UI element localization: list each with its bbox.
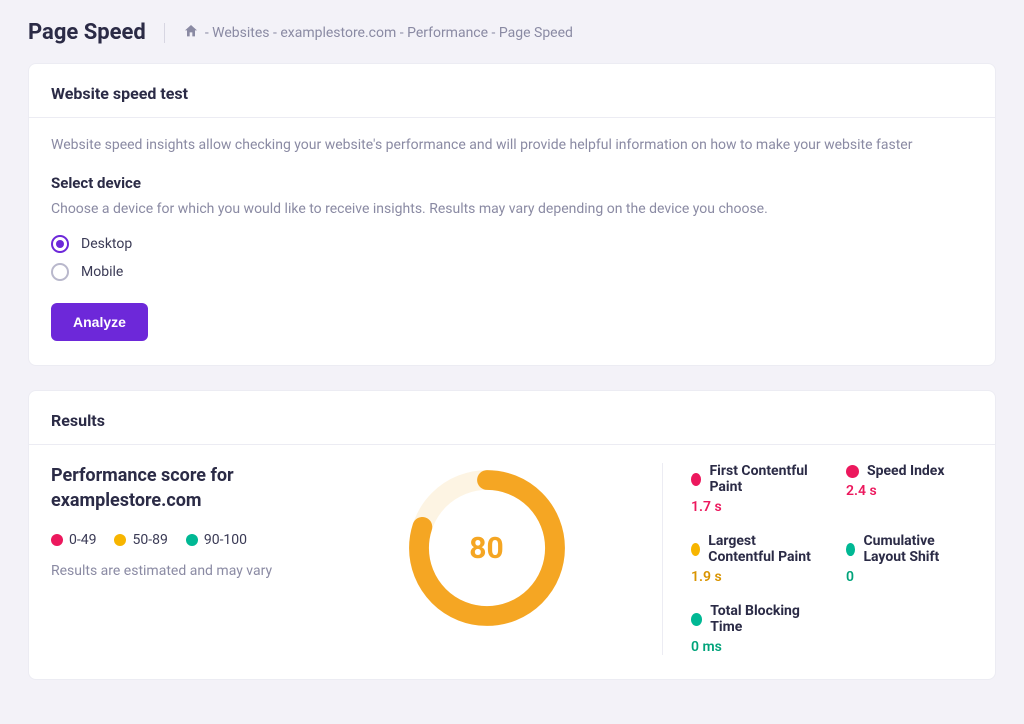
gauge-score-value: 80 bbox=[469, 531, 503, 566]
speed-test-description: Website speed insights allow checking yo… bbox=[51, 136, 973, 156]
metric-lcp-value: 1.9 s bbox=[691, 569, 818, 585]
metric-cls: Cumulative Layout Shift 0 bbox=[846, 533, 973, 585]
legend-bad: 0-49 bbox=[51, 532, 96, 548]
legend-good: 90-100 bbox=[186, 532, 247, 548]
results-title: Results bbox=[51, 411, 973, 444]
performance-gauge: 80 bbox=[331, 463, 642, 633]
metric-si: Speed Index 2.4 s bbox=[846, 463, 973, 515]
radio-desktop-label: Desktop bbox=[81, 236, 132, 252]
device-radio-group: Desktop Mobile bbox=[51, 235, 973, 281]
dot-red-icon bbox=[691, 473, 701, 486]
performance-summary: Performance score for examplestore.com 0… bbox=[51, 463, 311, 581]
vertical-divider bbox=[164, 23, 165, 43]
select-device-help: Choose a device for which you would like… bbox=[51, 200, 973, 220]
breadcrumb[interactable]: - Websites - examplestore.com - Performa… bbox=[183, 23, 573, 43]
radio-mobile[interactable]: Mobile bbox=[51, 263, 973, 281]
page-header: Page Speed - Websites - examplestore.com… bbox=[28, 20, 996, 45]
results-card: Results Performance score for examplesto… bbox=[28, 390, 996, 680]
breadcrumb-trail: - Websites - examplestore.com - Performa… bbox=[205, 25, 573, 41]
radio-icon-unchecked bbox=[51, 263, 69, 281]
speed-test-card: Website speed test Website speed insight… bbox=[28, 63, 996, 366]
metric-si-value: 2.4 s bbox=[846, 483, 973, 499]
legend-mid: 50-89 bbox=[114, 532, 167, 548]
radio-desktop[interactable]: Desktop bbox=[51, 235, 973, 253]
metric-tbt: Total Blocking Time 0 ms bbox=[691, 603, 818, 655]
dot-red-icon bbox=[51, 534, 63, 546]
metric-fcp: First Contentful Paint 1.7 s bbox=[691, 463, 818, 515]
dot-green-icon bbox=[846, 543, 855, 556]
divider bbox=[29, 117, 995, 118]
performance-score-heading: Performance score for examplestore.com bbox=[51, 463, 311, 513]
divider bbox=[29, 444, 995, 445]
dot-yellow-icon bbox=[114, 534, 126, 546]
speed-test-title: Website speed test bbox=[51, 84, 973, 117]
page-title: Page Speed bbox=[28, 20, 146, 45]
radio-icon-checked bbox=[51, 235, 69, 253]
select-device-label: Select device bbox=[51, 174, 973, 192]
results-body: Performance score for examplestore.com 0… bbox=[51, 463, 973, 655]
page-root: Page Speed - Websites - examplestore.com… bbox=[0, 0, 1024, 724]
metric-tbt-value: 0 ms bbox=[691, 639, 818, 655]
radio-mobile-label: Mobile bbox=[81, 264, 123, 280]
dot-red-icon bbox=[846, 465, 859, 478]
dot-yellow-icon bbox=[691, 543, 700, 556]
dot-green-icon bbox=[186, 534, 198, 546]
metric-fcp-value: 1.7 s bbox=[691, 499, 818, 515]
home-icon[interactable] bbox=[183, 23, 199, 43]
analyze-button[interactable]: Analyze bbox=[51, 303, 148, 341]
metric-cls-value: 0 bbox=[846, 569, 973, 585]
metric-lcp: Largest Contentful Paint 1.9 s bbox=[691, 533, 818, 585]
score-legend: 0-49 50-89 90-100 bbox=[51, 532, 311, 548]
dot-green-icon bbox=[691, 613, 702, 626]
metrics-grid: First Contentful Paint 1.7 s Speed Index… bbox=[662, 463, 973, 655]
results-disclaimer: Results are estimated and may vary bbox=[51, 562, 311, 582]
